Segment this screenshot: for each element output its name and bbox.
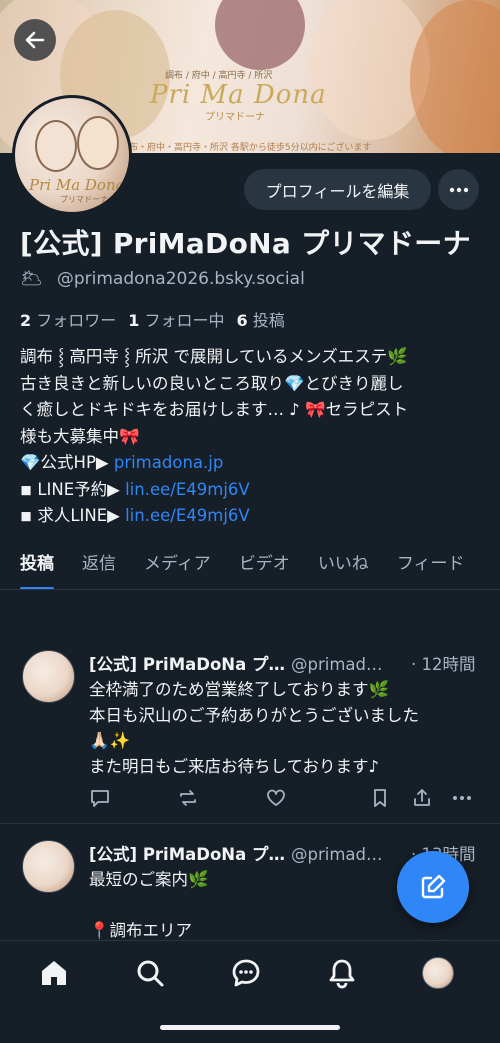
followers-count: 2 [20,311,32,330]
bio-job-label: ◾ 求人LINE▶ [20,506,126,525]
home-icon [42,961,66,985]
post-more-button[interactable] [451,787,473,809]
sun-cloud-icon: 🌥 [20,268,43,289]
banner-footer-text: 調布・府中・高円寺・所沢 各駅から徒歩5分以内にございます [120,143,372,153]
ellipsis-icon [453,796,471,800]
avatar-logo-text: Pri Ma Dona [29,176,125,194]
bell-icon [329,959,355,989]
tab-videos[interactable]: ビデオ [239,543,290,590]
reply-icon [91,790,109,807]
arrow-left-icon [25,31,45,49]
nav-search[interactable] [132,955,168,991]
profile-avatar [422,957,454,989]
nav-home[interactable] [36,955,72,991]
bookmark-button[interactable] [369,787,391,809]
post-author-name[interactable]: [公式] PriMaDoNa プ… [89,651,285,675]
reply-button[interactable] [89,787,111,809]
posts-count-item: 6 投稿 [237,307,285,331]
compose-button[interactable] [397,851,469,923]
profile-avatar[interactable]: Pri Ma Dona プリマドーナ [12,95,132,215]
tabs-divider [0,589,500,590]
post-text-line: 全枠満了のため営業終了しております🌿 [89,680,390,699]
post-author-handle[interactable]: @primad… [291,845,383,864]
post-header: [公式] PriMaDoNa プ… @primad… · 13時間 [89,841,476,865]
heart-icon [267,789,285,806]
share-icon [414,789,430,806]
post-header: [公式] PriMaDoNa プ… @primad… · 12時間 [89,651,476,675]
post-author-handle[interactable]: @primad… [291,655,383,674]
repost-button[interactable] [177,787,199,809]
banner-decor [410,0,500,153]
bio-line: 調布 ⸾ 高円寺 ⸾ 所沢 で展開しているメンズエステ🌿 [20,347,408,366]
post-avatar[interactable] [22,840,75,893]
handle-row: 🌥 @primadona2026.bsky.social [20,268,305,289]
post-divider [0,823,500,824]
display-name: [公式] PriMaDoNa プリマドーナ [20,227,471,260]
following-link[interactable]: 1 フォロー中 [128,307,224,331]
chat-icon [232,959,260,987]
profile-stats: 2 フォロワー 1 フォロー中 6 投稿 [20,307,285,331]
nav-notifications[interactable] [324,955,360,991]
profile-tabs: 投稿 返信 メディア ビデオ いいね フィード [0,543,500,590]
bio-hp-line: 💎公式HP▶ primadona.jp [20,450,490,477]
home-indicator [160,1025,340,1030]
avatar-logo-subtitle: プリマドーナ [60,195,108,204]
line-reservation-link[interactable]: lin.ee/E49mj6V [125,480,250,499]
bio-hp-label: 💎公式HP▶ [20,453,114,472]
bio-line: く癒しとドキドキをお届けします… ♪ 🎀セラピスト [20,400,409,419]
tab-replies[interactable]: 返信 [82,543,116,590]
following-count: 1 [128,311,140,330]
followers-link[interactable]: 2 フォロワー [20,307,116,331]
post-timestamp[interactable]: · 12時間 [411,651,476,675]
banner-logo-subtitle: プリマドーナ [205,112,265,123]
bio-line: 様も大募集中🎀 [20,426,140,446]
compose-icon [421,874,446,899]
avatar-illustration [77,116,119,170]
avatar-illustration [35,120,77,172]
post-avatar[interactable] [22,650,75,703]
post-text-line: また明日もご来店お待ちしております♪ [89,756,380,776]
repost-icon [180,790,196,806]
edit-profile-button[interactable]: プロフィールを編集 [244,169,431,210]
post-body: 全枠満了のため営業終了しております🌿 本日も沢山のご予約ありがとうございました … [89,677,489,779]
bio-line: 古き良きと新しいの良いところ取り💎とびきり麗し [20,373,404,393]
posts-label: 投稿 [252,311,285,330]
handle-text: @primadona2026.bsky.social [56,268,305,289]
share-button[interactable] [411,787,433,809]
post-actions [89,787,479,813]
bio-line-reserve: ◾ LINE予約▶ lin.ee/E49mj6V [20,477,490,504]
followers-label: フォロワー [36,311,117,330]
bookmark-icon [374,789,386,807]
ellipsis-icon [449,187,468,192]
back-button[interactable] [14,19,56,61]
tab-likes[interactable]: いいね [318,543,369,590]
nav-profile[interactable] [420,955,456,991]
bio-line-label: ◾ LINE予約▶ [20,479,126,499]
job-line-link[interactable]: lin.ee/E49mj6V [125,506,250,525]
post-text-line: 🙏🏻✨ [89,731,131,750]
posts-count: 6 [236,311,248,330]
nav-chat[interactable] [228,955,264,991]
search-icon [137,960,164,987]
banner-logo-text: Pri Ma Dona [150,80,327,110]
tab-media[interactable]: メディア [144,543,211,590]
bio-job-line: ◾ 求人LINE▶ lin.ee/E49mj6V [20,503,490,530]
profile-bio: 調布 ⸾ 高円寺 ⸾ 所沢 で展開しているメンズエステ🌿 古き良きと新しいの良い… [20,344,490,530]
like-button[interactable] [265,787,287,809]
more-options-button[interactable] [438,169,479,210]
banner-decor [215,0,305,70]
following-label: フォロー中 [144,311,225,330]
tab-posts[interactable]: 投稿 [20,543,54,590]
website-link[interactable]: primadona.jp [114,453,223,472]
tab-feeds[interactable]: フィード [397,543,465,590]
post-text-line: 本日も沢山のご予約ありがとうございました [89,705,419,725]
post-author-name[interactable]: [公式] PriMaDoNa プ… [89,841,285,865]
